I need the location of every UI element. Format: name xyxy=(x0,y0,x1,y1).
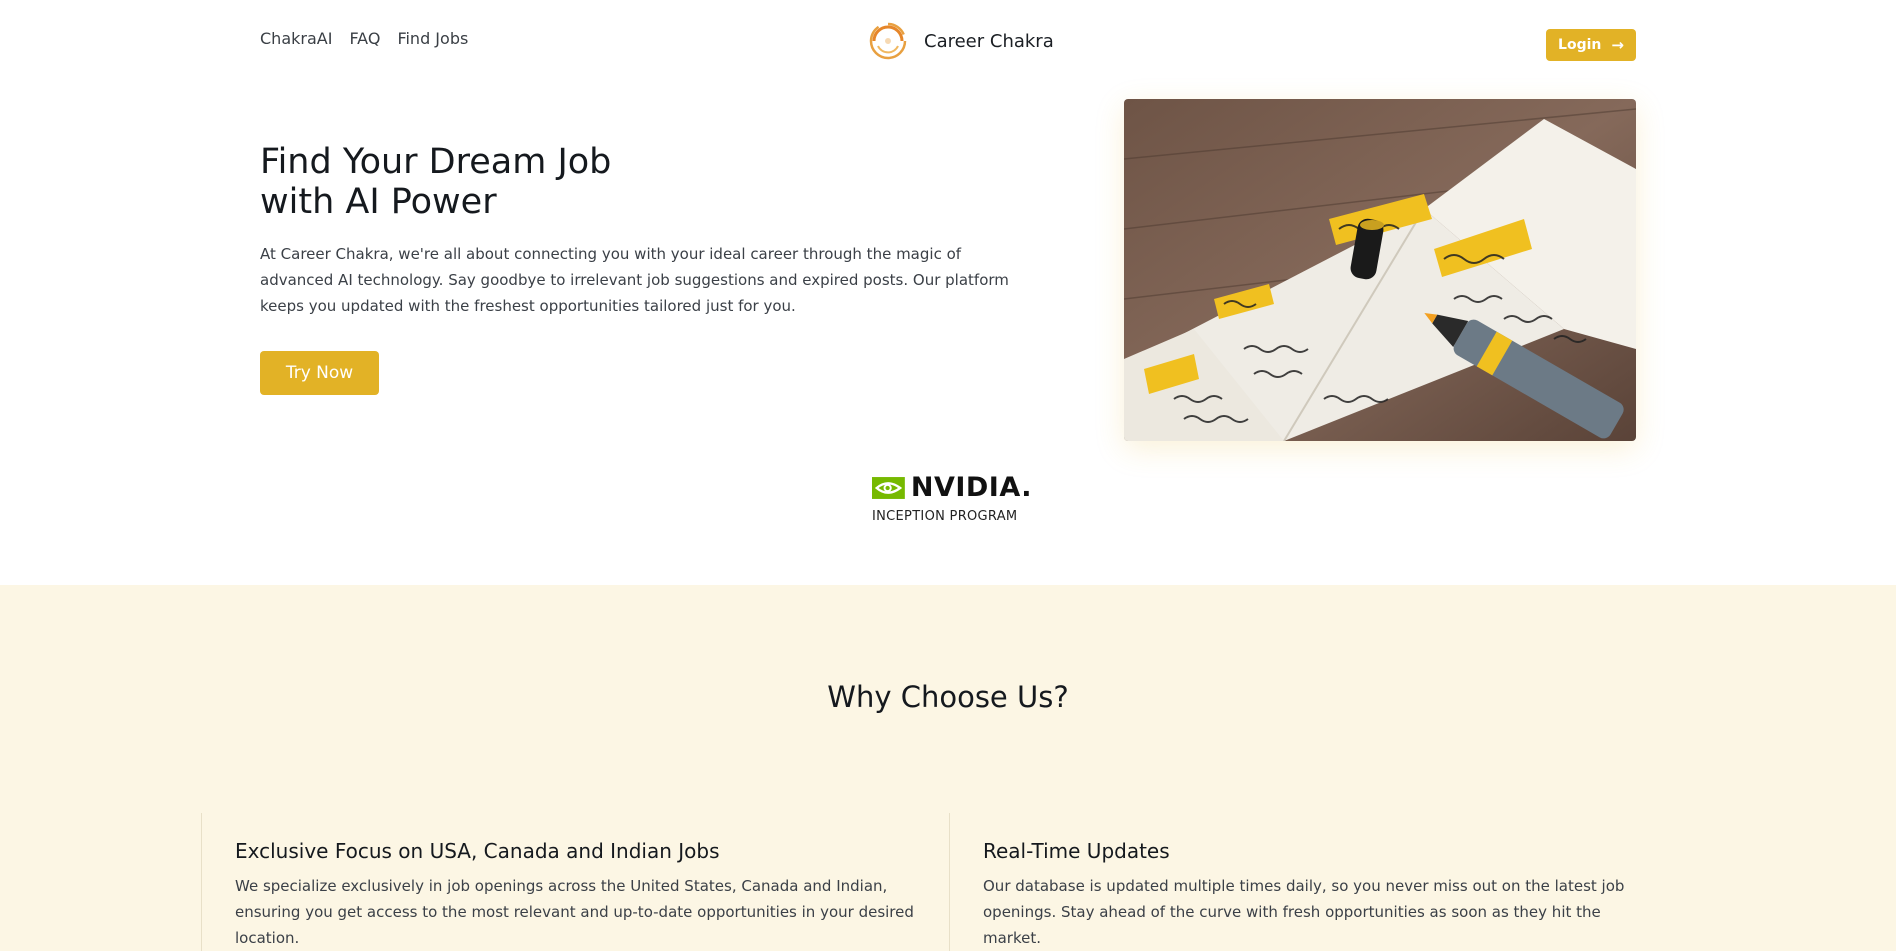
arrow-right-icon: → xyxy=(1611,35,1624,54)
nvidia-inception-logo: NVIDIA. INCEPTION PROGRAM xyxy=(872,472,1032,536)
top-navbar: ChakraAI FAQ Find Jobs Career Chakra Log… xyxy=(0,0,1896,80)
login-label: Login xyxy=(1558,37,1602,53)
why-choose-us-section: Why Choose Us? Exclusive Focus on USA, C… xyxy=(0,585,1896,951)
feature-card-text: Our database is updated multiple times d… xyxy=(983,877,1625,947)
nav-link-chakraai[interactable]: ChakraAI xyxy=(260,29,332,48)
feature-card: Exclusive Focus on USA, Canada and India… xyxy=(201,813,949,951)
nvidia-eye-icon xyxy=(872,476,905,499)
feature-card: Real-Time Updates Our database is update… xyxy=(949,813,1697,951)
hero-title-line1: Find Your Dream Job xyxy=(260,142,612,182)
hero-description: At Career Chakra, we're all about connec… xyxy=(260,245,1009,315)
hero-image xyxy=(1124,99,1636,441)
feature-card-title: Real-Time Updates xyxy=(983,839,1170,863)
why-title: Why Choose Us? xyxy=(827,680,1069,714)
try-now-button[interactable]: Try Now xyxy=(260,351,379,395)
feature-card-title: Exclusive Focus on USA, Canada and India… xyxy=(235,839,720,863)
brand-name: Career Chakra xyxy=(924,30,1054,52)
nvidia-wordmark: NVIDIA. xyxy=(910,472,1032,503)
chakra-logo-icon xyxy=(869,22,907,60)
login-button[interactable]: Login → xyxy=(1546,29,1636,61)
nav-link-find-jobs[interactable]: Find Jobs xyxy=(397,29,468,48)
inception-program-label: INCEPTION PROGRAM xyxy=(872,509,1018,524)
nav-link-faq[interactable]: FAQ xyxy=(349,29,380,48)
hero-title: Find Your Dream Job with AI Power xyxy=(260,142,780,222)
notebook-illustration xyxy=(1124,99,1636,441)
hero-title-line2: with AI Power xyxy=(260,182,497,222)
brand[interactable]: Career Chakra xyxy=(866,19,1054,63)
feature-card-text: We specialize exclusively in job opening… xyxy=(235,877,914,947)
nav-links: ChakraAI FAQ Find Jobs xyxy=(260,29,468,48)
